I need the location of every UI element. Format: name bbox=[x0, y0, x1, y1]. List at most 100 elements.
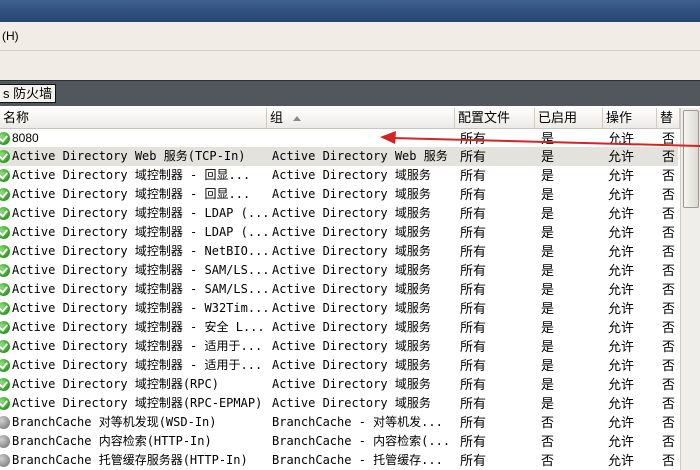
vertical-scrollbar[interactable] bbox=[680, 108, 700, 470]
column-header-override[interactable]: 替 bbox=[657, 108, 680, 128]
menu-help[interactable]: (H) bbox=[2, 29, 19, 43]
rule-name: Active Directory 域控制器 - 适用于... bbox=[12, 358, 263, 372]
rule-override: 否 bbox=[662, 187, 676, 202]
rule-name: Active Directory 域控制器 - 回显... bbox=[12, 168, 251, 182]
rule-name: Active Directory 域控制器 - 回显... bbox=[12, 187, 251, 201]
rule-override: 否 bbox=[662, 434, 676, 449]
rule-action: 允许 bbox=[608, 206, 635, 221]
rule-profile: 所有 bbox=[460, 168, 487, 183]
table-row[interactable]: Active Directory 域控制器 - 回显... Active Dire… bbox=[0, 166, 678, 185]
rule-name: Active Directory 域控制器 - 安全 L... bbox=[12, 320, 265, 334]
rule-group: Active Directory Web 服务 bbox=[272, 149, 448, 163]
enabled-check-icon bbox=[0, 169, 10, 182]
rule-action: 允许 bbox=[608, 377, 635, 392]
rule-action: 允许 bbox=[608, 282, 635, 297]
rule-name: Active Directory 域控制器 - NetBIO... bbox=[12, 244, 267, 258]
rule-profile: 所有 bbox=[460, 339, 487, 354]
rule-group: BranchCache - 对等机发... bbox=[272, 415, 443, 429]
menu-bar: (H) bbox=[0, 22, 700, 51]
rule-profile: 所有 bbox=[460, 453, 487, 468]
rule-override: 否 bbox=[662, 358, 676, 373]
rule-enabled: 是 bbox=[541, 263, 555, 278]
column-header-profile[interactable]: 配置文件 bbox=[455, 108, 535, 128]
scrollbar-thumb[interactable] bbox=[683, 110, 699, 208]
table-row[interactable]: Active Directory 域控制器 - 安全 L... Active Di… bbox=[0, 318, 678, 337]
rule-group: Active Directory 域服务 bbox=[272, 244, 431, 258]
rule-enabled: 是 bbox=[541, 131, 555, 146]
table-row[interactable]: Active Directory 域控制器 - SAM/LS... Active … bbox=[0, 280, 678, 299]
rule-override: 否 bbox=[662, 225, 676, 240]
table-row[interactable]: Active Directory 域控制器(RPC-EPMAP) Active D… bbox=[0, 394, 678, 413]
rule-action: 允许 bbox=[608, 131, 635, 146]
enabled-check-icon bbox=[0, 264, 10, 277]
column-header-name[interactable]: 名称 bbox=[0, 108, 267, 128]
column-override-label: 替 bbox=[660, 110, 674, 125]
rule-action: 允许 bbox=[608, 244, 635, 259]
table-row[interactable]: Active Directory 域控制器(RPC) Active Directo… bbox=[0, 375, 678, 394]
disabled-rule-icon bbox=[0, 435, 10, 448]
table-row[interactable]: Active Directory 域控制器 - NetBIO... Active … bbox=[0, 242, 678, 261]
rule-name: Active Directory 域控制器 - LDAP (... bbox=[12, 206, 267, 220]
rule-enabled: 是 bbox=[541, 206, 555, 221]
rule-override: 否 bbox=[662, 415, 676, 430]
rule-override: 否 bbox=[662, 320, 676, 335]
table-row[interactable]: Active Directory 域控制器 - W32Tim... Active … bbox=[0, 299, 678, 318]
rule-enabled: 否 bbox=[541, 453, 555, 468]
table-row[interactable]: Active Directory 域控制器 - SAM/LS... Active … bbox=[0, 261, 678, 280]
table-row[interactable]: BranchCache 托管缓存服务器(HTTP-In) BranchCache … bbox=[0, 451, 678, 470]
column-name-label: 名称 bbox=[3, 110, 30, 125]
rule-action: 允许 bbox=[608, 263, 635, 278]
table-row[interactable]: Active Directory 域控制器 - 回显... Active Dire… bbox=[0, 185, 678, 204]
rule-enabled: 是 bbox=[541, 168, 555, 183]
rule-name: Active Directory 域控制器(RPC) bbox=[12, 377, 219, 391]
enabled-check-icon bbox=[0, 378, 10, 391]
rule-name: Active Directory 域控制器 - W32Tim... bbox=[12, 301, 267, 315]
enabled-check-icon bbox=[0, 132, 10, 145]
toolbar-area bbox=[0, 51, 700, 80]
rule-override: 否 bbox=[662, 263, 676, 278]
rule-action: 允许 bbox=[608, 225, 635, 240]
rule-profile: 所有 bbox=[460, 206, 487, 221]
column-header-enabled[interactable]: 已启用 bbox=[535, 108, 603, 128]
table-row[interactable]: Active Directory 域控制器 - 适用于... Active Dir… bbox=[0, 356, 678, 375]
rule-group: Active Directory 域服务 bbox=[272, 263, 431, 277]
enabled-check-icon bbox=[0, 150, 10, 163]
rule-name: Active Directory Web 服务(TCP-In) bbox=[12, 149, 246, 163]
rule-profile: 所有 bbox=[460, 244, 487, 259]
table-row[interactable]: Active Directory 域控制器 - LDAP (... Active … bbox=[0, 223, 678, 242]
table-row[interactable]: Active Directory Web 服务(TCP-In) Active Di… bbox=[0, 147, 678, 166]
rule-override: 否 bbox=[662, 282, 676, 297]
rule-profile: 所有 bbox=[460, 396, 487, 411]
rule-group: BranchCache - 托管缓存... bbox=[272, 453, 443, 467]
rule-override: 否 bbox=[662, 131, 676, 146]
panel-title: s 防火墙 bbox=[0, 84, 57, 103]
rule-group: Active Directory 域服务 bbox=[272, 187, 431, 201]
enabled-check-icon bbox=[0, 226, 10, 239]
table-row[interactable]: Active Directory 域控制器 - 适用于... Active Dir… bbox=[0, 337, 678, 356]
rule-profile: 所有 bbox=[460, 149, 487, 164]
rule-name: Active Directory 域控制器 - LDAP (... bbox=[12, 225, 267, 239]
rule-action: 允许 bbox=[608, 149, 635, 164]
rules-table-header: 名称 组 配置文件 已启用 操作 替 bbox=[0, 108, 700, 129]
rule-enabled: 否 bbox=[541, 434, 555, 449]
column-header-group[interactable]: 组 bbox=[267, 108, 455, 128]
rule-profile: 所有 bbox=[460, 434, 487, 449]
rule-action: 允许 bbox=[608, 168, 635, 183]
enabled-check-icon bbox=[0, 245, 10, 258]
enabled-check-icon bbox=[0, 321, 10, 334]
enabled-check-icon bbox=[0, 283, 10, 296]
rule-name: Active Directory 域控制器 - SAM/LS... bbox=[12, 282, 267, 296]
table-row[interactable]: BranchCache 对等机发现(WSD-In) BranchCache - 对… bbox=[0, 413, 678, 432]
table-row[interactable]: Active Directory 域控制器 - LDAP (... Active … bbox=[0, 204, 678, 223]
rule-action: 允许 bbox=[608, 187, 635, 202]
rule-action: 允许 bbox=[608, 301, 635, 316]
rule-enabled: 是 bbox=[541, 358, 555, 373]
rule-action: 允许 bbox=[608, 339, 635, 354]
rule-action: 允许 bbox=[608, 396, 635, 411]
rule-profile: 所有 bbox=[460, 225, 487, 240]
table-row[interactable]: 8080 所有 是 允许 否 bbox=[0, 128, 678, 149]
table-row[interactable]: BranchCache 内容检索(HTTP-In) BranchCache - 内… bbox=[0, 432, 678, 451]
column-header-action[interactable]: 操作 bbox=[603, 108, 657, 128]
rule-name: Active Directory 域控制器 - SAM/LS... bbox=[12, 263, 267, 277]
rule-action: 允许 bbox=[608, 434, 635, 449]
